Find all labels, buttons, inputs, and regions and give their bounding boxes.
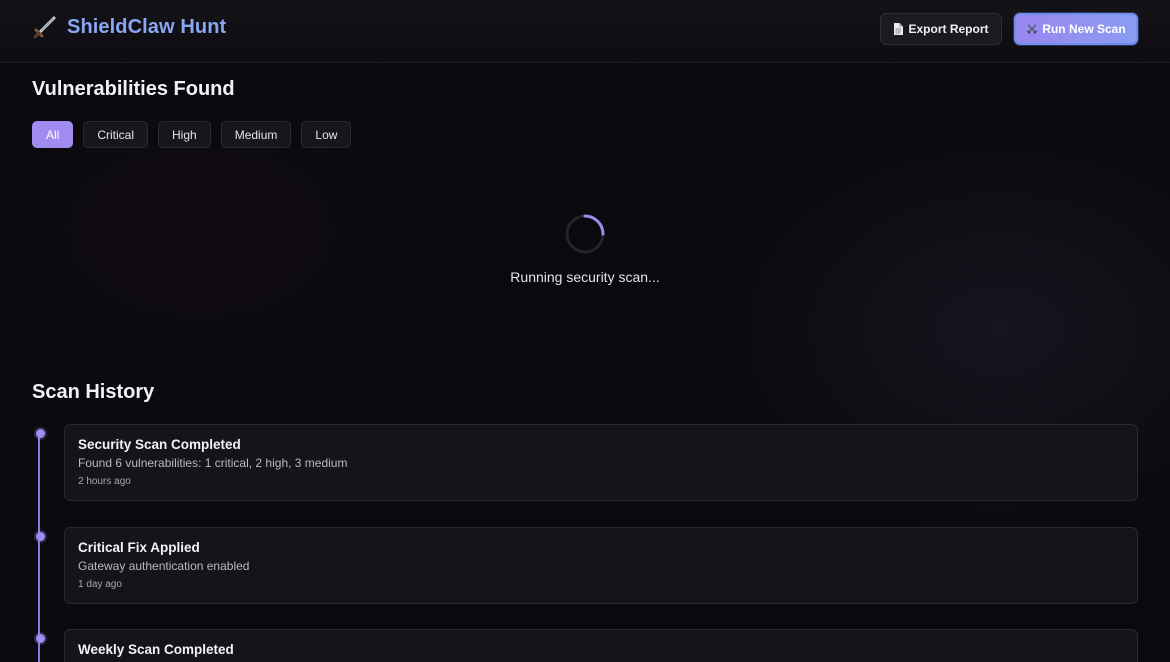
history-item[interactable]: Security Scan Completed Found 6 vulnerab… [64, 424, 1138, 501]
top-header: ShieldClaw Hunt Export Report Run New Sc… [0, 0, 1170, 63]
timeline-dot [36, 634, 45, 643]
history-item[interactable]: Weekly Scan Completed [64, 629, 1138, 662]
export-report-button[interactable]: Export Report [880, 13, 1002, 45]
filter-high[interactable]: High [158, 121, 211, 148]
dagger-icon [32, 14, 58, 40]
app-title: ShieldClaw Hunt [67, 15, 227, 38]
document-icon [893, 23, 904, 35]
history-item-time: 2 hours ago [78, 476, 131, 487]
history-item-description: Found 6 vulnerabilities: 1 critical, 2 h… [78, 456, 348, 470]
export-report-label: Export Report [908, 22, 989, 36]
history-item-title: Security Scan Completed [78, 437, 241, 452]
filter-critical[interactable]: Critical [83, 121, 149, 148]
history-item-time: 1 day ago [78, 579, 122, 590]
filter-all[interactable]: All [32, 121, 74, 148]
run-new-scan-button[interactable]: Run New Scan [1014, 13, 1138, 45]
history-item-description: Gateway authentication enabled [78, 559, 250, 573]
crossed-swords-icon [1026, 23, 1038, 35]
scan-history-title: Scan History [32, 381, 155, 403]
vulnerabilities-title: Vulnerabilities Found [32, 78, 235, 100]
history-item[interactable]: Critical Fix Applied Gateway authenticat… [64, 527, 1138, 604]
loading-text: Running security scan... [510, 269, 660, 285]
severity-filter-bar: All Critical High Medium Low [32, 121, 361, 148]
run-new-scan-label: Run New Scan [1042, 22, 1126, 36]
timeline-dot [36, 532, 45, 541]
timeline-dot [36, 429, 45, 438]
brand[interactable]: ShieldClaw Hunt [32, 14, 226, 40]
filter-low[interactable]: Low [301, 121, 352, 148]
filter-medium[interactable]: Medium [220, 121, 292, 148]
history-item-title: Weekly Scan Completed [78, 642, 234, 657]
timeline-line [38, 433, 40, 662]
loading-spinner-icon [565, 214, 605, 254]
history-item-title: Critical Fix Applied [78, 540, 200, 555]
